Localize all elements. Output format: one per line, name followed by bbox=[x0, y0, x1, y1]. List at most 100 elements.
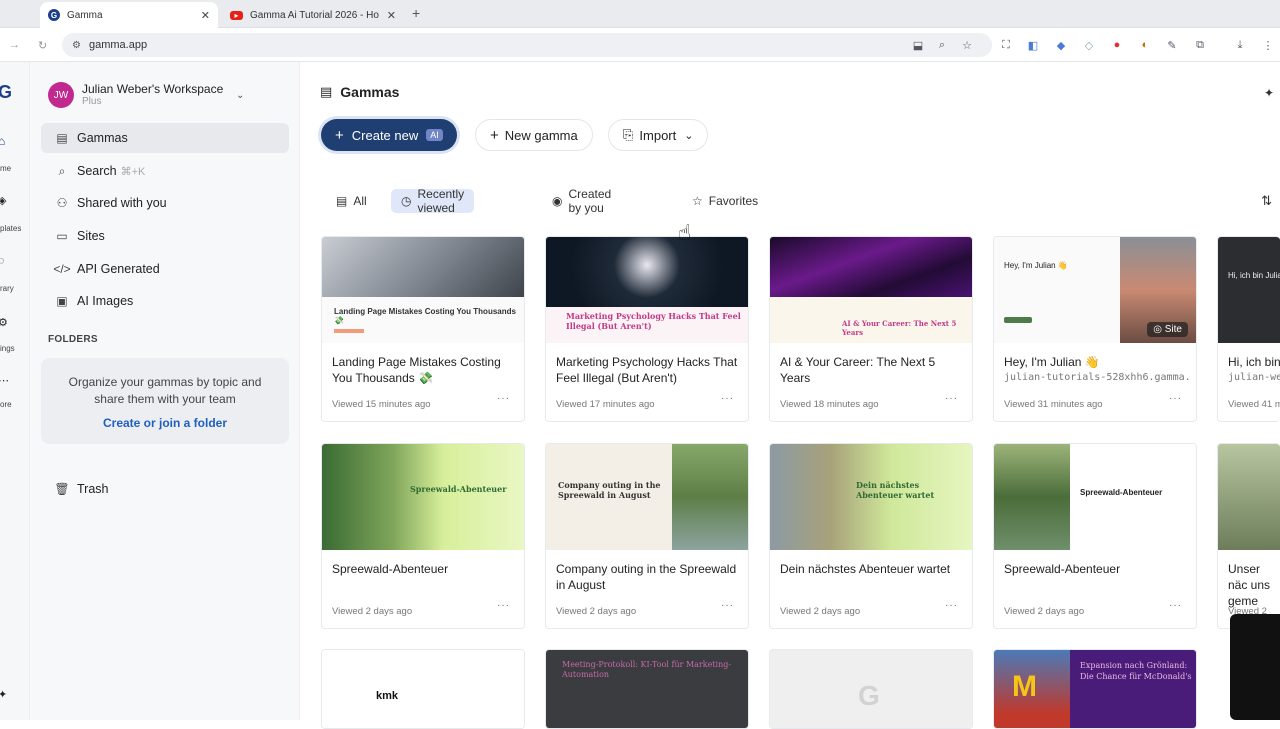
gamma-card[interactable]: Marketing Psychology Hacks That Feel Ill… bbox=[545, 236, 749, 422]
card-title: Company outing in the Spreewald in Augus… bbox=[556, 562, 737, 592]
new-gamma-button[interactable]: + New gamma bbox=[475, 119, 593, 151]
settings-icon[interactable]: ⚙ bbox=[0, 316, 8, 329]
sidebar-item-gammas[interactable]: ▤ Gammas bbox=[41, 123, 289, 153]
stack-icon: ▤ bbox=[56, 131, 68, 145]
gamma-card[interactable]: kmk bbox=[321, 649, 525, 729]
more-icon[interactable]: ⋯ bbox=[0, 374, 9, 387]
menu-icon[interactable]: ⋮ bbox=[1262, 39, 1274, 52]
sidebar-item-ai-images[interactable]: ▣ AI Images bbox=[41, 286, 289, 316]
gamma-card[interactable]: Landing Page Mistakes Costing You Thousa… bbox=[321, 236, 525, 422]
card-thumbnail: kmk bbox=[322, 650, 524, 728]
filter-recently-viewed[interactable]: ◷ Recently viewed bbox=[391, 187, 475, 215]
filter-favorites[interactable]: ☆ Favorites bbox=[682, 189, 768, 213]
filter-all[interactable]: ▤ All bbox=[326, 189, 377, 213]
install-icon[interactable]: ⬓ bbox=[912, 39, 924, 52]
filter-label: Recently viewed bbox=[417, 187, 465, 215]
card-menu-button[interactable]: ··· bbox=[1169, 600, 1182, 611]
filter-created-by-you[interactable]: ◉ Created by you bbox=[542, 187, 621, 215]
gamma-card[interactable]: Hey, I'm Julian 👋 ◎ Site Hey, I'm Julian… bbox=[993, 236, 1197, 422]
close-tab-icon[interactable]: ✕ bbox=[387, 9, 396, 22]
card-menu-button[interactable]: ··· bbox=[945, 600, 958, 611]
card-menu-button[interactable]: ··· bbox=[945, 393, 958, 404]
trash-icon: 🗑 bbox=[54, 482, 70, 496]
translate-icon[interactable]: ◧ bbox=[1027, 39, 1039, 52]
tab-youtube[interactable]: ▸ Gamma Ai Tutorial 2026 - Ho ✕ bbox=[222, 2, 404, 28]
card-thumbnail: Spreewald-Abenteuer bbox=[322, 444, 524, 550]
create-folder-link[interactable]: Create or join a folder bbox=[41, 416, 289, 430]
sidebar-item-sites[interactable]: ▭ Sites bbox=[41, 221, 289, 251]
card-menu-button[interactable]: ··· bbox=[497, 600, 510, 611]
thumbnail-title: Company outing in the Spreewald in Augus… bbox=[558, 480, 661, 500]
card-menu-button[interactable]: ··· bbox=[721, 393, 734, 404]
sparkle-icon[interactable]: ✦ bbox=[1264, 86, 1274, 100]
card-url: julian-tutorials-528xhh6.gamma.… bbox=[1004, 372, 1190, 383]
video-overlay bbox=[1230, 614, 1280, 720]
extension-icon[interactable]: ● bbox=[1111, 39, 1123, 51]
puzzle-icon[interactable]: ⧉ bbox=[1194, 39, 1206, 51]
gamma-card[interactable]: Meeting-Protokoll: KI-Tool für Marketing… bbox=[545, 649, 749, 729]
workspace-plan: Plus bbox=[82, 96, 102, 107]
sidebar-item-label: API Generated bbox=[77, 262, 160, 276]
sidebar-item-api[interactable]: </> API Generated bbox=[41, 254, 289, 284]
card-viewed: Viewed 2 days ago bbox=[1004, 606, 1085, 617]
thumbnail-title: Landing Page Mistakes Costing You Thousa… bbox=[334, 307, 516, 325]
sparkle-icon[interactable]: ✦ bbox=[0, 688, 7, 701]
close-tab-icon[interactable]: ✕ bbox=[201, 9, 210, 22]
card-title: Spreewald-Abenteuer bbox=[332, 562, 449, 576]
workspace-switcher[interactable]: JW Julian Weber's Workspace Plus bbox=[48, 82, 223, 108]
tab-gamma[interactable]: G Gamma ✕ bbox=[40, 2, 218, 28]
gamma-card[interactable]: Dein nächstes Abenteuer wartet Dein näch… bbox=[769, 443, 973, 629]
card-thumbnail: Dein nächstes Abenteuer wartet bbox=[770, 444, 972, 550]
sort-icon[interactable]: ⇅ bbox=[1261, 193, 1272, 209]
rail-label: me bbox=[0, 164, 12, 173]
home-icon[interactable]: ⌂ bbox=[0, 134, 5, 148]
screenshot-icon[interactable]: ⛶ bbox=[1000, 39, 1012, 51]
extension-icon[interactable]: ◇ bbox=[1083, 39, 1095, 52]
templates-icon[interactable]: ◈ bbox=[0, 194, 6, 207]
site-info-icon[interactable]: ⚙ bbox=[72, 40, 81, 51]
thumbnail-title: Dein nächstes Abenteuer wartet bbox=[856, 480, 935, 500]
gamma-card[interactable]: G bbox=[769, 649, 973, 729]
forward-icon[interactable]: → bbox=[9, 39, 20, 51]
card-menu-button[interactable]: ··· bbox=[721, 600, 734, 611]
sidebar-item-trash[interactable]: 🗑 Trash bbox=[41, 474, 289, 504]
gamma-card[interactable]: Hi, ich bin Julia Hi, ich bin julian-we … bbox=[1217, 236, 1280, 422]
download-icon[interactable]: ⤓ bbox=[1234, 39, 1246, 51]
url-field[interactable]: ⚙ gamma.app bbox=[62, 33, 992, 57]
reload-icon[interactable]: ↻ bbox=[38, 39, 47, 52]
new-tab-button[interactable]: + bbox=[412, 5, 420, 21]
gamma-card[interactable]: Spreewald-Abenteuer Spreewald-Abenteuer … bbox=[993, 443, 1197, 629]
inspiration-icon[interactable]: ◌ bbox=[0, 255, 5, 267]
card-menu-button[interactable]: ··· bbox=[1169, 393, 1182, 404]
thumbnail-title: AI & Your Career: The Next 5 Years bbox=[842, 319, 957, 337]
chevron-down-icon[interactable]: ⌄ bbox=[236, 90, 244, 101]
create-new-button[interactable]: + Create new AI bbox=[321, 119, 457, 151]
card-title: Marketing Psychology Hacks That Feel Ill… bbox=[556, 355, 738, 385]
sidebar-item-shared[interactable]: ⚇ Shared with you bbox=[41, 188, 289, 218]
filter-label: All bbox=[353, 194, 367, 208]
rail-label: rary bbox=[0, 284, 14, 293]
card-title: Landing Page Mistakes Costing You Thousa… bbox=[332, 355, 501, 385]
gamma-card[interactable]: Unser näc uns geme Viewed 2 bbox=[1217, 443, 1280, 629]
folders-heading: FOLDERS bbox=[48, 334, 98, 345]
import-button[interactable]: ⎘ Import ⌄ bbox=[608, 119, 709, 151]
gamma-card[interactable]: Spreewald-Abenteuer Spreewald-Abenteuer … bbox=[321, 443, 525, 629]
extension-icon[interactable]: ◐ bbox=[1139, 39, 1151, 51]
thumbnail-title: Meeting-Protokoll: KI-Tool für Marketing… bbox=[562, 660, 732, 679]
gamma-logo-icon[interactable]: G bbox=[0, 82, 12, 103]
rail-label: ore bbox=[0, 400, 12, 409]
card-menu-button[interactable]: ··· bbox=[497, 393, 510, 404]
bookmark-star-icon[interactable]: ☆ bbox=[961, 39, 973, 52]
folders-empty-state: Organize your gammas by topic and share … bbox=[41, 358, 289, 444]
stack-icon: ▤ bbox=[336, 194, 348, 208]
zoom-icon[interactable]: ⌕ bbox=[936, 39, 948, 51]
extension-icon[interactable]: ◆ bbox=[1055, 39, 1067, 52]
thumbnail-title: Spreewald-Abenteuer bbox=[410, 484, 507, 494]
card-viewed: Viewed 41 m bbox=[1228, 399, 1280, 410]
gamma-card[interactable]: AI & Your Career: The Next 5 Years AI & … bbox=[769, 236, 973, 422]
gamma-card[interactable]: Company outing in the Spreewald in Augus… bbox=[545, 443, 749, 629]
site-badge: ◎ Site bbox=[1147, 322, 1188, 337]
pen-icon[interactable]: ✎ bbox=[1166, 39, 1178, 52]
gamma-card[interactable]: M Expansion nach Grönland: Die Chance fü… bbox=[993, 649, 1197, 729]
sidebar-item-search[interactable]: ⌕ Search ⌘+K bbox=[41, 156, 289, 186]
